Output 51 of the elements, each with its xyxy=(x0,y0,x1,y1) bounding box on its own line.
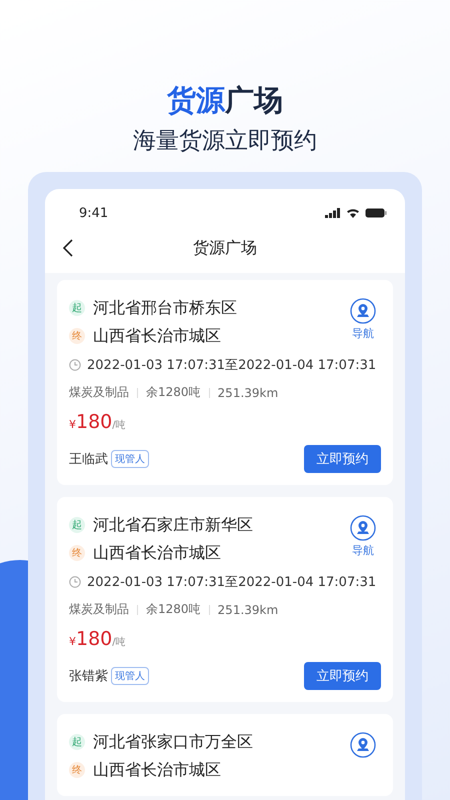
contact-name: 王临武 xyxy=(69,451,108,468)
cargo-card[interactable]: 起 河北省张家口市万全区 终 山西省长治市城区 xyxy=(57,714,393,796)
origin-tag: 起 xyxy=(69,517,85,533)
destination-tag: 终 xyxy=(69,762,85,778)
back-icon[interactable] xyxy=(63,239,73,257)
headline-highlight: 货源 xyxy=(167,83,225,117)
origin-address: 河北省张家口市万全区 xyxy=(93,732,253,752)
cargo-spec: 煤炭及制品 xyxy=(69,601,129,618)
price-unit: /吨 xyxy=(112,636,126,649)
role-label: 现管人 xyxy=(111,667,149,685)
origin-address: 河北省邢台市桥东区 xyxy=(93,298,237,318)
cargo-spec: 余1280吨 xyxy=(146,384,201,401)
signal-icon xyxy=(325,208,341,218)
cargo-card[interactable]: 起 河北省邢台市桥东区 终 山西省长治市城区 导航 2022-01-03 17:07:31至2022-01-04 17:07:31 煤炭及制品 余1280吨 251.39km ¥180/吨 王临武 现管人 立即预约 xyxy=(57,280,393,485)
location-pin-icon[interactable] xyxy=(350,298,376,324)
origin-address: 河北省石家庄市新华区 xyxy=(93,514,253,536)
book-button[interactable]: 立即预约 xyxy=(304,662,381,690)
cargo-spec: 煤炭及制品 xyxy=(69,384,129,401)
destination-tag: 终 xyxy=(69,545,85,561)
price-unit: /吨 xyxy=(112,418,126,432)
origin-tag: 起 xyxy=(69,734,85,750)
origin-tag: 起 xyxy=(69,300,85,316)
destination-address: 山西省长治市城区 xyxy=(93,542,221,564)
subtitle: 海量货源立即预约 xyxy=(132,127,318,156)
book-button[interactable]: 立即预约 xyxy=(304,445,381,473)
time-range: 2022-01-03 17:07:31至2022-01-04 17:07:31 xyxy=(87,574,376,591)
cargo-spec: 251.39km xyxy=(218,386,278,400)
location-pin-icon[interactable] xyxy=(350,515,376,541)
destination-tag: 终 xyxy=(69,328,85,344)
role-label: 现管人 xyxy=(111,450,149,468)
screen-title: 货源广场 xyxy=(193,238,257,258)
time-range: 2022-01-03 17:07:31至2022-01-04 17:07:31 xyxy=(87,357,376,374)
destination-address: 山西省长治市城区 xyxy=(93,760,221,780)
price: 180 xyxy=(76,628,112,650)
wifi-icon xyxy=(346,208,360,218)
currency-sign: ¥ xyxy=(69,418,76,431)
cargo-spec: 251.39km xyxy=(218,602,278,616)
clock-icon xyxy=(69,576,81,588)
battery-icon xyxy=(365,208,387,218)
contact-name: 张错紫 xyxy=(69,668,108,685)
destination-address: 山西省长治市城区 xyxy=(93,326,221,346)
status-time: 9:41 xyxy=(79,206,108,220)
headline: 广场 xyxy=(225,83,283,117)
navigate-link[interactable]: 导航 xyxy=(352,543,374,558)
clock-icon xyxy=(69,359,81,371)
cargo-spec: 余1280吨 xyxy=(146,601,201,618)
navigate-link[interactable]: 导航 xyxy=(352,326,374,341)
cargo-card[interactable]: 起 河北省石家庄市新华区 终 山西省长治市城区 导航 2022-01-03 17:07:31至2022-01-04 17:07:31 煤炭及制品 余1280吨 251.39km ¥180/吨 张错紫 现管人 立即预约 xyxy=(57,497,393,702)
location-pin-icon[interactable] xyxy=(350,732,376,758)
price: 180 xyxy=(76,411,112,433)
currency-sign: ¥ xyxy=(69,635,76,648)
